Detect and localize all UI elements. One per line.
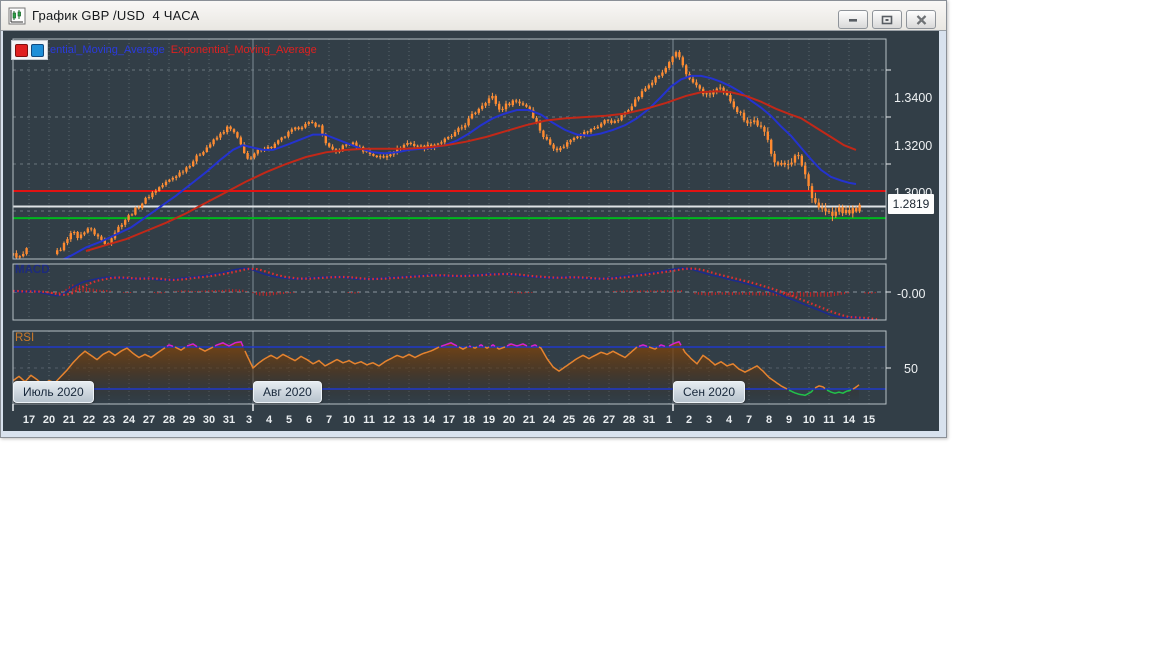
- maximize-button[interactable]: [872, 10, 902, 29]
- chart-app-icon: [8, 7, 26, 24]
- minimize-button[interactable]: [838, 10, 868, 29]
- indicator-toggle-box: [11, 40, 48, 60]
- desktop: График GBP /USD 4 ЧАСА ential_Moving_Ave…: [0, 0, 1152, 648]
- ema-fast-toggle-button[interactable]: [31, 43, 44, 57]
- ema-slow-legend-label: Exponential_Moving_Average: [170, 44, 317, 56]
- indicator-legend: ential_Moving_Average Exponential_Moving…: [11, 40, 317, 60]
- chart-client-area[interactable]: ential_Moving_Average Exponential_Moving…: [3, 31, 939, 431]
- price-chart-canvas[interactable]: [3, 31, 939, 431]
- close-button[interactable]: [906, 10, 936, 29]
- ema-fast-legend-label: ential_Moving_Average: [50, 44, 165, 56]
- window-title: График GBP /USD 4 ЧАСА: [32, 8, 200, 23]
- title-bar[interactable]: График GBP /USD 4 ЧАСА: [1, 1, 946, 31]
- chart-window: График GBP /USD 4 ЧАСА ential_Moving_Ave…: [0, 0, 947, 438]
- ema-slow-toggle-button[interactable]: [15, 43, 28, 57]
- window-controls: [838, 10, 936, 29]
